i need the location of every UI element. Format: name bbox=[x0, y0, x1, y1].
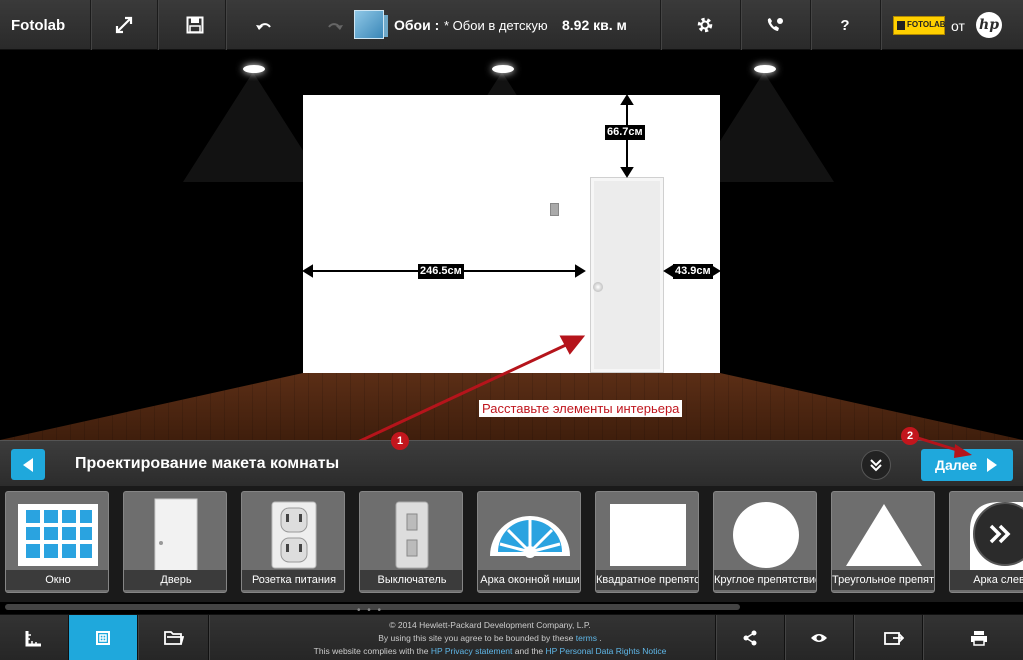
toolbar-divider bbox=[853, 615, 854, 660]
power-outlet-icon bbox=[252, 500, 336, 570]
element-label: Дверь bbox=[124, 570, 226, 590]
fullscreen-icon bbox=[115, 16, 133, 34]
layout-icon bbox=[96, 631, 110, 645]
panel-header: Проектирование макета комнаты Далее bbox=[0, 440, 1023, 486]
copyright-text: © 2014 Hewlett-Packard Development Compa… bbox=[389, 620, 591, 630]
arch-window-icon bbox=[488, 500, 572, 570]
share-icon bbox=[743, 630, 757, 646]
triangle-icon bbox=[842, 500, 926, 570]
element-label: Квадратное препятствие bbox=[596, 570, 698, 590]
toolbar-divider bbox=[157, 0, 158, 50]
light-switch-icon bbox=[370, 500, 454, 570]
toolbar-divider bbox=[208, 615, 209, 660]
element-label: Окно bbox=[6, 570, 108, 590]
window-icon bbox=[16, 500, 100, 570]
gear-icon bbox=[697, 17, 713, 33]
toolbar-divider bbox=[810, 0, 811, 50]
circle-icon bbox=[724, 500, 808, 570]
dimension-top: 66.7см bbox=[605, 125, 645, 140]
room-canvas[interactable]: 246.5см 66.7см 43.9см Расставьте элемент… bbox=[0, 50, 1023, 440]
element-label: Выключатель bbox=[360, 570, 462, 590]
panel-title: Проектирование макета комнаты bbox=[75, 455, 340, 472]
save-icon bbox=[186, 16, 204, 34]
toolbar-divider bbox=[880, 0, 881, 50]
toolbar-divider bbox=[137, 615, 138, 660]
preview-button[interactable] bbox=[785, 615, 853, 660]
square-icon bbox=[606, 500, 690, 570]
redo-button[interactable] bbox=[310, 0, 360, 50]
fotolab-logo: FOTOLAB bbox=[893, 16, 946, 35]
element-label: Арка оконной ниши bbox=[478, 570, 580, 590]
print-button[interactable] bbox=[945, 615, 1013, 660]
element-tile-switch[interactable]: Выключатель bbox=[359, 491, 463, 593]
bottom-toolbar: © 2014 Hewlett-Packard Development Compa… bbox=[0, 614, 1023, 660]
element-tile-window[interactable]: Окно bbox=[5, 491, 109, 593]
dimension-left: 246.5см bbox=[418, 264, 464, 279]
open-button[interactable] bbox=[140, 615, 208, 660]
support-button[interactable] bbox=[750, 0, 800, 50]
top-toolbar: Fotolab Обои : * Обои в детскую 8.92 кв.… bbox=[0, 0, 1023, 50]
element-tile-outlet[interactable]: Розетка питания bbox=[241, 491, 345, 593]
elements-strip: Окно Дверь Розетка питания Выключатель А bbox=[0, 486, 1023, 616]
share-button[interactable] bbox=[716, 615, 784, 660]
toolbar-divider bbox=[922, 615, 923, 660]
undo-icon bbox=[256, 23, 271, 30]
app-root: Fotolab Обои : * Обои в детскую 8.92 кв.… bbox=[0, 0, 1023, 660]
step-badge-1: 1 bbox=[391, 432, 409, 450]
dimension-lines bbox=[302, 94, 721, 440]
undo-button[interactable] bbox=[239, 0, 289, 50]
privacy-link[interactable]: HP Privacy statement bbox=[431, 646, 513, 656]
hint-tooltip: Расставьте элементы интерьера bbox=[479, 400, 683, 417]
element-label: Круглое препятствие bbox=[714, 570, 816, 590]
footer-legal: © 2014 Hewlett-Packard Development Compa… bbox=[260, 619, 720, 658]
hint-arrow-next bbox=[917, 436, 972, 458]
save-button[interactable] bbox=[170, 0, 220, 50]
terms-link[interactable]: terms bbox=[576, 633, 597, 643]
project-label: Обои : bbox=[394, 17, 440, 33]
room-area: 8.92 кв. м bbox=[562, 17, 627, 33]
printer-icon bbox=[971, 631, 987, 646]
export-icon bbox=[884, 632, 904, 645]
chevron-double-down-icon bbox=[870, 459, 882, 472]
hp-logo: hp bbox=[976, 12, 1002, 38]
personal-data-link[interactable]: HP Personal Data Rights Notice bbox=[546, 646, 667, 656]
element-label: Арка слева bbox=[950, 570, 1023, 590]
toolbar-divider bbox=[225, 0, 226, 50]
element-tile-circle[interactable]: Круглое препятствие bbox=[713, 491, 817, 593]
element-tile-door[interactable]: Дверь bbox=[123, 491, 227, 593]
element-tile-triangle[interactable]: Треугольное препятствие bbox=[831, 491, 935, 593]
folder-icon bbox=[164, 631, 184, 645]
project-thumbnail[interactable] bbox=[354, 10, 388, 39]
privacy-line: This website complies with the HP Privac… bbox=[313, 646, 667, 656]
ruler-icon bbox=[25, 631, 41, 647]
element-label: Розетка питания bbox=[242, 570, 344, 590]
chevron-double-right-icon bbox=[989, 524, 1011, 544]
settings-button[interactable] bbox=[680, 0, 730, 50]
back-button[interactable] bbox=[11, 449, 45, 480]
collapse-button[interactable] bbox=[861, 450, 891, 480]
element-tile-square[interactable]: Квадратное препятствие bbox=[595, 491, 699, 593]
redo-icon bbox=[328, 23, 343, 30]
fullscreen-button[interactable] bbox=[99, 0, 149, 50]
door-icon bbox=[134, 498, 218, 575]
arrow-left-icon bbox=[23, 457, 33, 472]
eye-icon bbox=[811, 634, 827, 642]
export-button[interactable] bbox=[860, 615, 928, 660]
arrow-right-icon bbox=[987, 458, 998, 472]
toolbar-divider bbox=[740, 0, 741, 50]
app-brand: Fotolab bbox=[11, 17, 66, 34]
element-label: Треугольное препятствие bbox=[832, 570, 934, 590]
toolbar-divider bbox=[90, 0, 91, 50]
by-label: от bbox=[951, 18, 965, 34]
toolbar-divider bbox=[660, 0, 661, 50]
terms-line: By using this site you agree to be bound… bbox=[378, 633, 602, 643]
room-layout-button[interactable] bbox=[69, 615, 137, 660]
support-icon bbox=[767, 18, 783, 31]
project-name[interactable]: * Обои в детскую bbox=[444, 18, 548, 33]
element-tile-arch-window[interactable]: Арка оконной ниши bbox=[477, 491, 581, 593]
help-button[interactable]: ? bbox=[820, 0, 870, 50]
measure-button[interactable] bbox=[0, 615, 68, 660]
dimension-right: 43.9см bbox=[673, 264, 713, 279]
